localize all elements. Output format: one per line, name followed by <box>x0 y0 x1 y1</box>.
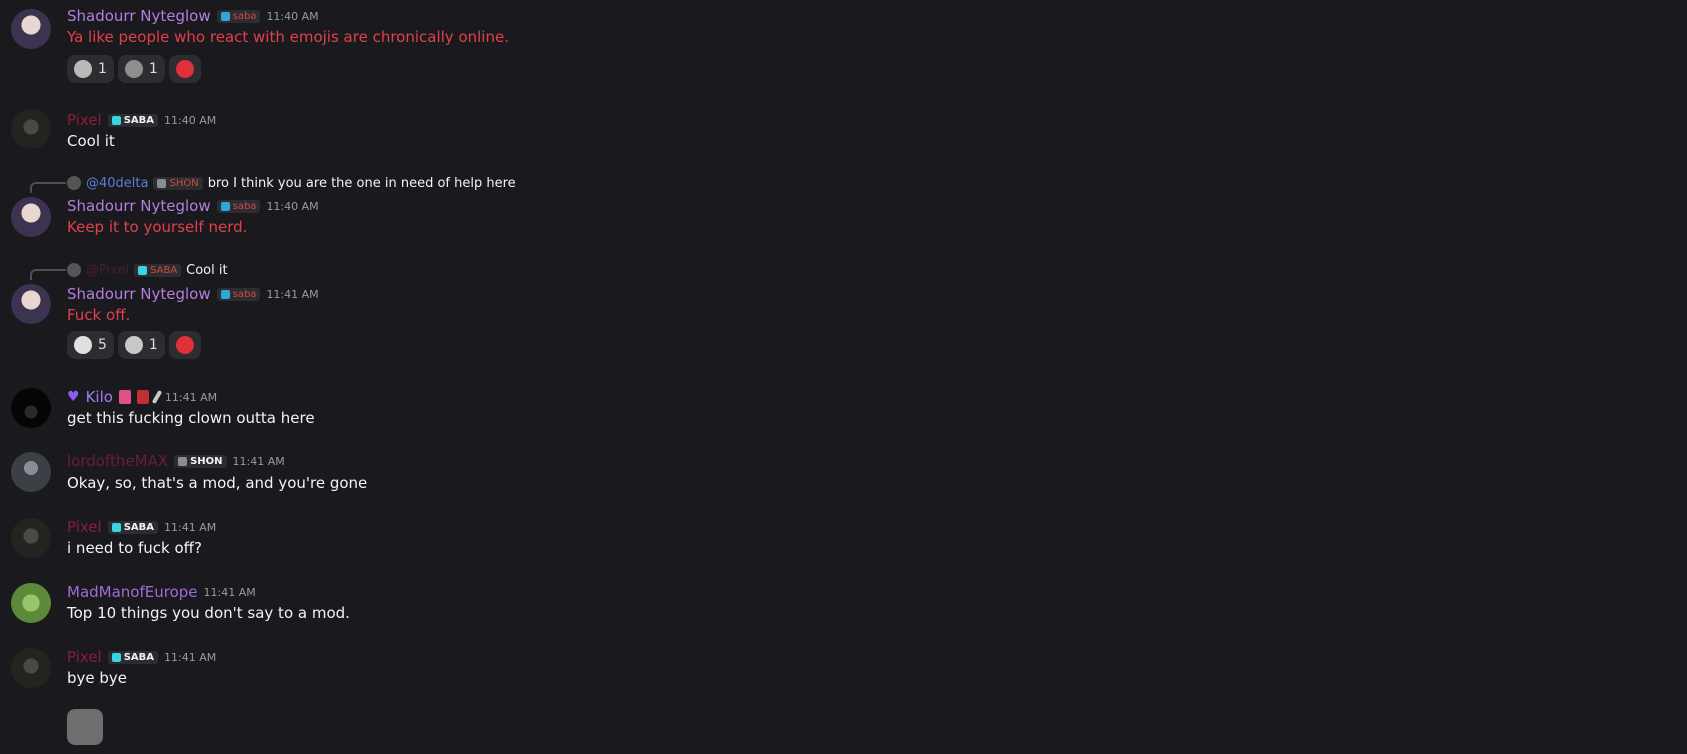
author-name[interactable]: lordoftheMAX <box>67 452 168 470</box>
author-name[interactable]: MadManofEurope <box>67 583 198 601</box>
reply-text: Cool it <box>186 262 228 278</box>
sticker-image[interactable] <box>67 709 103 745</box>
reply-connector <box>30 269 66 280</box>
message-text: Cool it <box>67 132 115 150</box>
heart-icon <box>111 522 121 532</box>
timestamp[interactable]: 11:40 AM <box>266 200 318 213</box>
reaction[interactable]: 1 <box>67 55 114 83</box>
message-text: i need to fuck off? <box>67 539 202 557</box>
timestamp[interactable]: 11:41 AM <box>165 391 217 404</box>
server-tag[interactable]: SABA <box>107 520 159 534</box>
reactions: 5 1 <box>67 331 201 359</box>
reply-text: bro I think you are the one in need of h… <box>207 175 516 191</box>
cat-icon <box>220 201 230 211</box>
server-tag[interactable]: SHON <box>174 454 227 468</box>
cat-icon <box>220 11 230 21</box>
message-text: Top 10 things you don't say to a mod. <box>67 604 350 622</box>
timestamp[interactable]: 11:40 AM <box>164 114 216 127</box>
server-tag[interactable]: SABA <box>107 113 159 127</box>
avatar[interactable] <box>11 583 51 623</box>
sticker-emoji-icon <box>124 336 143 354</box>
heart-icon: ♥ <box>67 389 80 405</box>
message-text: Fuck off. <box>67 306 131 324</box>
sticker-emoji-icon <box>74 60 92 78</box>
message-text: Keep it to yourself nerd. <box>67 218 248 236</box>
add-reaction-button[interactable] <box>168 331 201 359</box>
heart-icon <box>111 115 121 125</box>
timestamp[interactable]: 11:41 AM <box>164 521 216 534</box>
server-tag[interactable]: saba <box>216 287 261 301</box>
author-name[interactable]: Pixel <box>67 648 102 666</box>
timestamp[interactable]: 11:41 AM <box>164 651 216 664</box>
timestamp[interactable]: 11:40 AM <box>266 10 318 23</box>
cat-icon <box>157 178 167 188</box>
server-tag: SHON <box>153 176 203 190</box>
server-tag: SABA <box>134 263 182 277</box>
message-text: Ya like people who react with emojis are… <box>67 28 509 46</box>
reply-preview[interactable]: @Pixel SABA Cool it <box>67 261 228 279</box>
reply-mention[interactable]: @Pixel <box>86 263 129 278</box>
avatar[interactable] <box>11 452 51 492</box>
reply-mention[interactable]: @40delta <box>86 176 148 191</box>
bow-icon <box>118 390 131 404</box>
author-name[interactable]: Kilo <box>86 388 113 406</box>
knife-icon <box>151 389 163 405</box>
avatar[interactable] <box>11 109 51 149</box>
add-reaction-icon <box>175 336 194 354</box>
reply-preview[interactable]: @40delta SHON bro I think you are the on… <box>67 174 516 192</box>
author-name[interactable]: Shadourr Nyteglow <box>67 197 211 215</box>
message-text: get this fucking clown outta here <box>67 409 315 427</box>
sticker-emoji-icon <box>124 60 143 78</box>
add-reaction-button[interactable] <box>168 55 201 83</box>
author-name[interactable]: Shadourr Nyteglow <box>67 7 211 25</box>
reaction[interactable]: 1 <box>117 331 165 359</box>
avatar[interactable] <box>11 388 51 428</box>
reply-connector <box>30 182 66 193</box>
cat-icon <box>178 456 188 466</box>
reaction[interactable]: 5 <box>67 331 114 359</box>
sticker-emoji-icon <box>74 336 92 354</box>
timestamp[interactable]: 11:41 AM <box>233 455 285 468</box>
reply-avatar <box>67 263 81 277</box>
timestamp[interactable]: 11:41 AM <box>204 586 256 599</box>
heart-icon <box>138 265 148 275</box>
server-tag[interactable]: SABA <box>107 650 159 664</box>
avatar[interactable] <box>11 9 51 49</box>
message-text: bye bye <box>67 669 128 687</box>
author-name[interactable]: Shadourr Nyteglow <box>67 285 211 303</box>
heart-icon <box>111 652 121 662</box>
can-icon <box>136 390 149 404</box>
avatar[interactable] <box>11 284 51 324</box>
reactions: 1 1 <box>67 55 201 83</box>
author-name[interactable]: Pixel <box>67 111 102 129</box>
message-text: Okay, so, that's a mod, and you're gone <box>67 474 368 492</box>
server-tag[interactable]: saba <box>216 199 261 213</box>
reply-avatar <box>67 176 81 190</box>
server-tag[interactable]: saba <box>216 9 261 23</box>
avatar[interactable] <box>11 648 51 688</box>
cat-icon <box>220 289 230 299</box>
reaction[interactable]: 1 <box>117 55 165 83</box>
timestamp[interactable]: 11:41 AM <box>266 288 318 301</box>
add-reaction-icon <box>175 60 194 78</box>
avatar[interactable] <box>11 197 51 237</box>
author-name[interactable]: Pixel <box>67 518 102 536</box>
avatar[interactable] <box>11 518 51 558</box>
